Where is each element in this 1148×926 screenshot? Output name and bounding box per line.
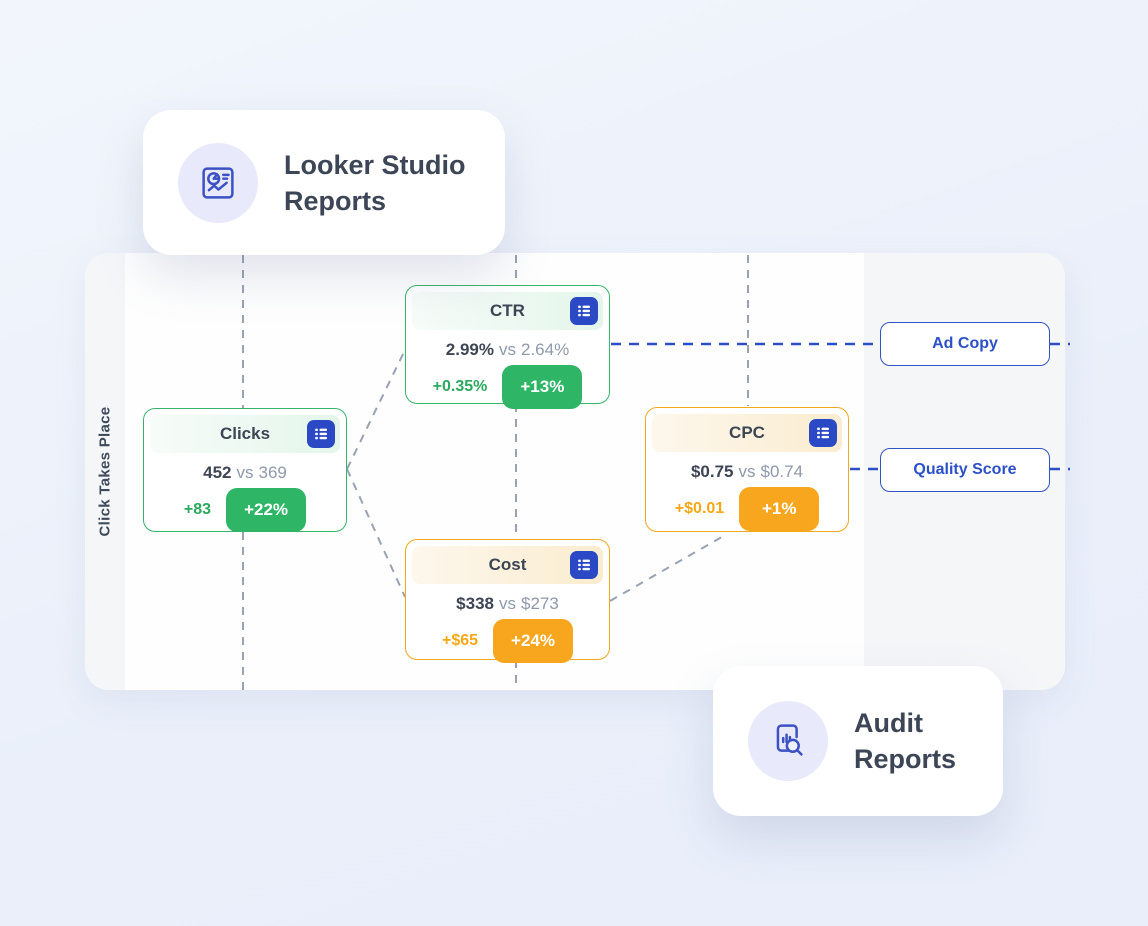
vs-label: vs — [739, 462, 756, 482]
metric-title: CTR — [490, 301, 525, 321]
metric-delta: +$0.01 — [675, 500, 724, 518]
report-card-title: Audit Reports — [854, 705, 975, 777]
looker-studio-reports-card[interactable]: Looker Studio Reports — [143, 110, 505, 255]
metric-card-cpc: CPC $0.75 vs $0.74 +$0.01 +1% — [645, 407, 849, 532]
metric-compare-value: $273 — [521, 594, 559, 614]
metric-delta-badge: +24% — [493, 619, 573, 663]
metric-value: $338 — [456, 594, 494, 614]
list-icon[interactable] — [570, 297, 598, 325]
list-icon[interactable] — [809, 419, 837, 447]
audit-search-icon — [748, 701, 828, 781]
infographic-page: { "side_label": "Click Takes Place", "la… — [0, 0, 1148, 926]
metric-delta-badge: +1% — [739, 487, 819, 531]
quality-score-label: Quality Score — [913, 461, 1016, 479]
metric-compare-value: 369 — [259, 463, 287, 483]
metric-card-header: CPC — [652, 414, 842, 452]
metric-compare-value: $0.74 — [761, 462, 804, 482]
side-label: Click Takes Place — [97, 407, 114, 537]
metric-values: 2.99% vs 2.64% — [412, 338, 603, 362]
vs-label: vs — [499, 594, 516, 614]
metric-card-header: CTR — [412, 292, 603, 330]
metric-title: Cost — [489, 555, 527, 575]
metric-delta-row: +$65 +24% — [412, 619, 603, 663]
metric-delta: +0.35% — [433, 378, 488, 396]
list-icon[interactable] — [307, 420, 335, 448]
metric-card-header: Cost — [412, 546, 603, 584]
metric-card-clicks: Clicks 452 vs 369 +83 +22% — [143, 408, 347, 532]
vs-label: vs — [237, 463, 254, 483]
metric-value: 452 — [203, 463, 231, 483]
metric-delta-row: +0.35% +13% — [412, 365, 603, 409]
metric-compare-value: 2.64% — [521, 340, 569, 360]
report-chart-icon — [178, 143, 258, 223]
list-icon[interactable] — [570, 551, 598, 579]
quality-score-button[interactable]: Quality Score — [880, 448, 1050, 492]
metric-values: $0.75 vs $0.74 — [652, 460, 842, 484]
metric-values: 452 vs 369 — [150, 461, 340, 485]
ad-copy-label: Ad Copy — [932, 335, 998, 353]
metric-delta-row: +$0.01 +1% — [652, 487, 842, 531]
metric-card-header: Clicks — [150, 415, 340, 453]
vs-label: vs — [499, 340, 516, 360]
metric-title: Clicks — [220, 424, 270, 444]
audit-reports-card[interactable]: Audit Reports — [713, 666, 1003, 816]
metric-delta-badge: +13% — [502, 365, 582, 409]
metric-delta: +83 — [184, 501, 211, 519]
metric-value: $0.75 — [691, 462, 734, 482]
report-card-title: Looker Studio Reports — [284, 147, 477, 219]
side-label-container: Click Takes Place — [85, 253, 125, 690]
metric-values: $338 vs $273 — [412, 592, 603, 616]
metric-card-cost: Cost $338 vs $273 +$65 +24% — [405, 539, 610, 660]
ad-copy-button[interactable]: Ad Copy — [880, 322, 1050, 366]
metric-card-ctr: CTR 2.99% vs 2.64% +0.35% +13% — [405, 285, 610, 404]
metric-delta: +$65 — [442, 632, 478, 650]
metric-value: 2.99% — [446, 340, 494, 360]
metric-delta-row: +83 +22% — [150, 488, 340, 532]
metric-title: CPC — [729, 423, 765, 443]
metric-delta-badge: +22% — [226, 488, 306, 532]
